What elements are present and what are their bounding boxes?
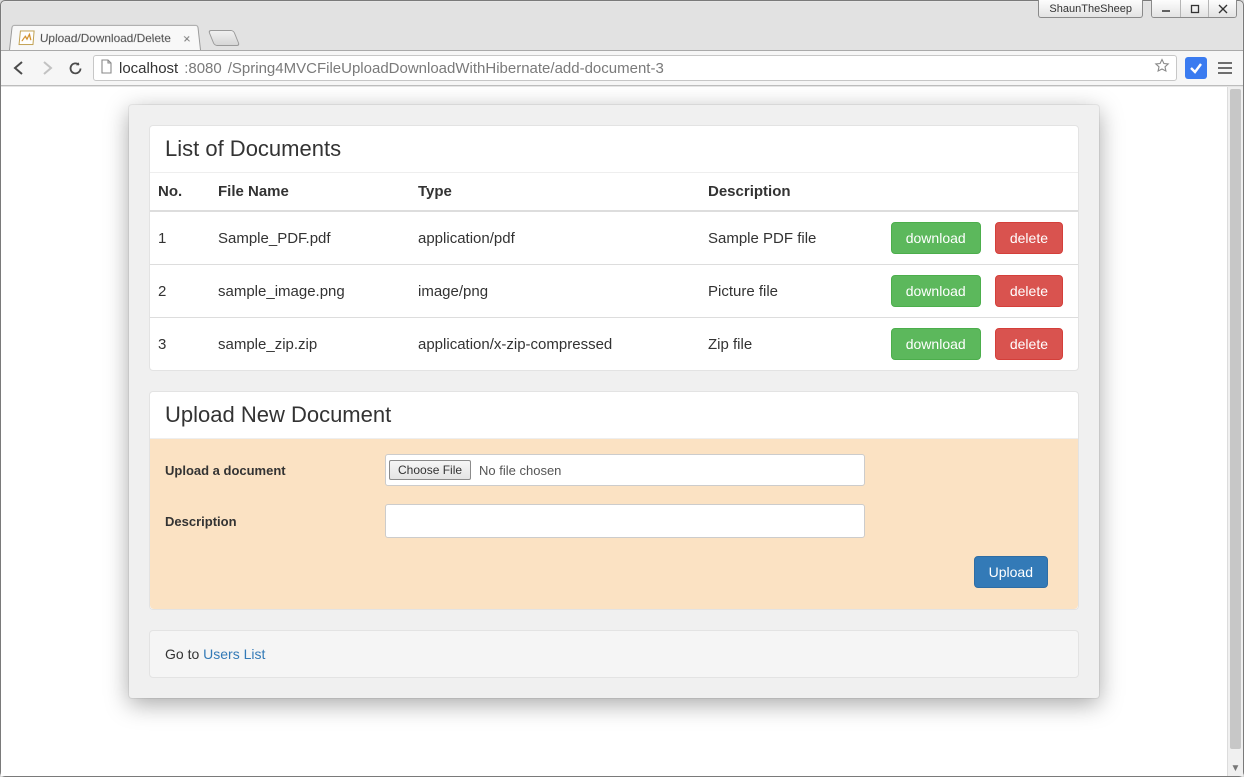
cell-no: 2 — [150, 265, 210, 318]
browser-viewport: List of Documents No. File Name Type Des… — [1, 86, 1243, 776]
page-body: List of Documents No. File Name Type Des… — [1, 87, 1227, 776]
description-label: Description — [165, 514, 385, 529]
upload-heading: Upload New Document — [150, 392, 1078, 439]
bookmark-button[interactable] — [1154, 58, 1170, 78]
url-host: localhost — [119, 60, 178, 77]
close-icon — [1218, 4, 1228, 14]
cell-type: application/x-zip-compressed — [410, 318, 700, 371]
table-row: 3 sample_zip.zip application/x-zip-compr… — [150, 318, 1078, 371]
browser-tab-active[interactable]: Upload/Download/Delete × — [9, 25, 201, 50]
table-row: 2 sample_image.png image/png Picture fil… — [150, 265, 1078, 318]
upload-form: Upload a document Choose File No file ch… — [150, 439, 1078, 609]
col-type: Type — [410, 173, 700, 211]
arrow-right-icon — [38, 59, 56, 77]
browser-toolbar: localhost :8080/Spring4MVCFileUploadDownl… — [1, 50, 1243, 86]
file-chosen-text: No file chosen — [479, 463, 561, 478]
cell-no: 3 — [150, 318, 210, 371]
col-no: No. — [150, 173, 210, 211]
address-bar[interactable]: localhost :8080/Spring4MVCFileUploadDownl… — [93, 55, 1177, 81]
table-row: 1 Sample_PDF.pdf application/pdf Sample … — [150, 211, 1078, 265]
file-label: Upload a document — [165, 463, 385, 478]
documents-table: No. File Name Type Description 1 Sample_… — [150, 173, 1078, 370]
window-minimize-button[interactable] — [1152, 0, 1180, 17]
upload-panel: Upload New Document Upload a document Ch… — [149, 391, 1079, 610]
file-input[interactable]: Choose File No file chosen — [385, 454, 865, 486]
extension-button[interactable] — [1185, 57, 1207, 79]
cell-type: image/png — [410, 265, 700, 318]
hamburger-icon — [1218, 62, 1232, 64]
col-desc: Description — [700, 173, 858, 211]
forward-button[interactable] — [37, 58, 57, 78]
download-button[interactable]: download — [891, 328, 981, 360]
browser-menu-button[interactable] — [1215, 62, 1235, 74]
browser-tab-title: Upload/Download/Delete — [39, 31, 171, 45]
upload-button[interactable]: Upload — [974, 556, 1048, 588]
delete-button[interactable]: delete — [995, 275, 1063, 307]
scrollbar-thumb[interactable] — [1230, 89, 1241, 749]
cell-no: 1 — [150, 211, 210, 265]
cell-file: Sample_PDF.pdf — [210, 211, 410, 265]
users-list-link[interactable]: Users List — [203, 646, 265, 662]
chrome-user-badge[interactable]: ShaunTheSheep — [1038, 0, 1143, 18]
maximize-icon — [1190, 4, 1200, 14]
minimize-icon — [1161, 4, 1171, 14]
star-icon — [1154, 58, 1170, 74]
delete-button[interactable]: delete — [995, 222, 1063, 254]
cell-file: sample_zip.zip — [210, 318, 410, 371]
url-port: :8080 — [184, 60, 222, 77]
reload-icon — [67, 60, 84, 77]
arrow-left-icon — [10, 59, 28, 77]
download-button[interactable]: download — [891, 275, 981, 307]
delete-button[interactable]: delete — [995, 328, 1063, 360]
cell-desc: Zip file — [700, 318, 858, 371]
table-header-row: No. File Name Type Description — [150, 173, 1078, 211]
documents-panel: List of Documents No. File Name Type Des… — [149, 125, 1079, 371]
window-buttons — [1151, 0, 1237, 18]
scroll-down-icon: ▼ — [1228, 760, 1243, 776]
cell-file: sample_image.png — [210, 265, 410, 318]
documents-heading: List of Documents — [150, 126, 1078, 173]
description-input[interactable] — [385, 504, 865, 538]
tab-close-button[interactable]: × — [182, 31, 191, 46]
footer-prefix: Go to — [165, 646, 203, 662]
url-path: /Spring4MVCFileUploadDownloadWithHiberna… — [228, 60, 664, 77]
cell-type: application/pdf — [410, 211, 700, 265]
window-close-button[interactable] — [1208, 0, 1236, 17]
choose-file-button[interactable]: Choose File — [389, 460, 471, 480]
window-maximize-button[interactable] — [1180, 0, 1208, 17]
browser-tabstrip: Upload/Download/Delete × — [1, 22, 1243, 50]
app-container: List of Documents No. File Name Type Des… — [129, 105, 1099, 698]
back-button[interactable] — [9, 58, 29, 78]
reload-button[interactable] — [65, 58, 85, 78]
footer-well: Go to Users List — [149, 630, 1079, 678]
col-file: File Name — [210, 173, 410, 211]
window-titlebar: ShaunTheSheep — [1, 1, 1243, 22]
vertical-scrollbar[interactable]: ▲ ▼ — [1227, 87, 1243, 776]
check-icon — [1189, 61, 1203, 75]
cell-desc: Sample PDF file — [700, 211, 858, 265]
favicon-icon — [19, 31, 35, 46]
download-button[interactable]: download — [891, 222, 981, 254]
new-tab-button[interactable] — [208, 30, 240, 46]
page-icon — [100, 59, 113, 78]
cell-desc: Picture file — [700, 265, 858, 318]
os-window: ShaunTheSheep Upload/Download/Delete × — [0, 0, 1244, 777]
